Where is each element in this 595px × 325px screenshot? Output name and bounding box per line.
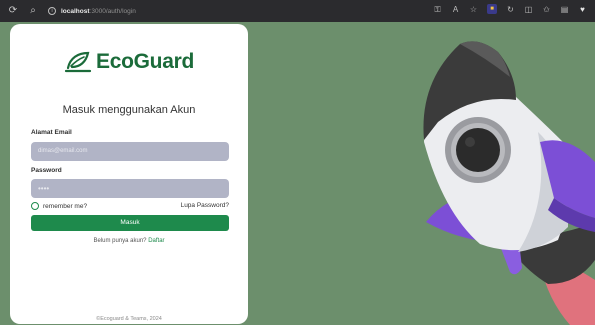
signup-prompt: Belum punya akun? Daftar xyxy=(10,238,248,244)
browser-toolbar: ⟳ ⌕ i localhost :3000/auth/login ⚿ A ☆ ■… xyxy=(0,0,595,22)
password-field[interactable]: •••• xyxy=(31,179,229,198)
split-screen-icon[interactable]: ◫ xyxy=(524,5,533,14)
rocket-illustration xyxy=(248,22,595,325)
remember-label: remember me? xyxy=(43,202,88,210)
password-label: Password xyxy=(31,167,62,174)
forgot-password-link[interactable]: Lupa Password? xyxy=(181,202,229,209)
email-field[interactable]: dimas@email.com xyxy=(31,142,229,161)
address-bar[interactable]: i localhost :3000/auth/login xyxy=(48,4,136,18)
login-button[interactable]: Masuk xyxy=(31,215,229,231)
key-icon[interactable]: ⚿ xyxy=(433,5,442,14)
brand-logo: EcoGuard xyxy=(10,50,248,74)
leaf-icon xyxy=(64,51,92,73)
url-host: localhost xyxy=(61,7,90,15)
refresh-icon[interactable]: ↻ xyxy=(506,5,515,14)
heart-icon[interactable]: ♥ xyxy=(578,5,587,14)
page-background: EcoGuard Masuk menggunakan Akun Alamat E… xyxy=(0,22,595,325)
url-path: :3000/auth/login xyxy=(89,7,136,15)
signup-link[interactable]: Daftar xyxy=(148,238,164,244)
favorites-bar-icon[interactable]: ✩ xyxy=(542,5,551,14)
login-card: EcoGuard Masuk menggunakan Akun Alamat E… xyxy=(10,24,248,324)
remember-me[interactable]: remember me? xyxy=(31,202,87,210)
email-label: Alamat Email xyxy=(31,129,72,136)
footer-copyright: ©Ecoguard & Teams, 2024 xyxy=(96,316,162,322)
search-icon[interactable]: ⌕ xyxy=(26,4,40,18)
brand-name: EcoGuard xyxy=(96,50,194,73)
read-aloud-icon[interactable]: A xyxy=(451,5,460,14)
signup-text: Belum punya akun? xyxy=(93,238,147,244)
info-icon[interactable]: i xyxy=(48,7,56,15)
reload-icon[interactable]: ⟳ xyxy=(6,4,20,18)
page-title: Masuk menggunakan Akun xyxy=(62,104,196,116)
remember-checkbox[interactable] xyxy=(31,202,39,210)
favorite-icon[interactable]: ☆ xyxy=(469,5,478,14)
collections-icon[interactable]: ▤ xyxy=(560,5,569,14)
extension-icon[interactable]: ■ xyxy=(487,4,497,14)
